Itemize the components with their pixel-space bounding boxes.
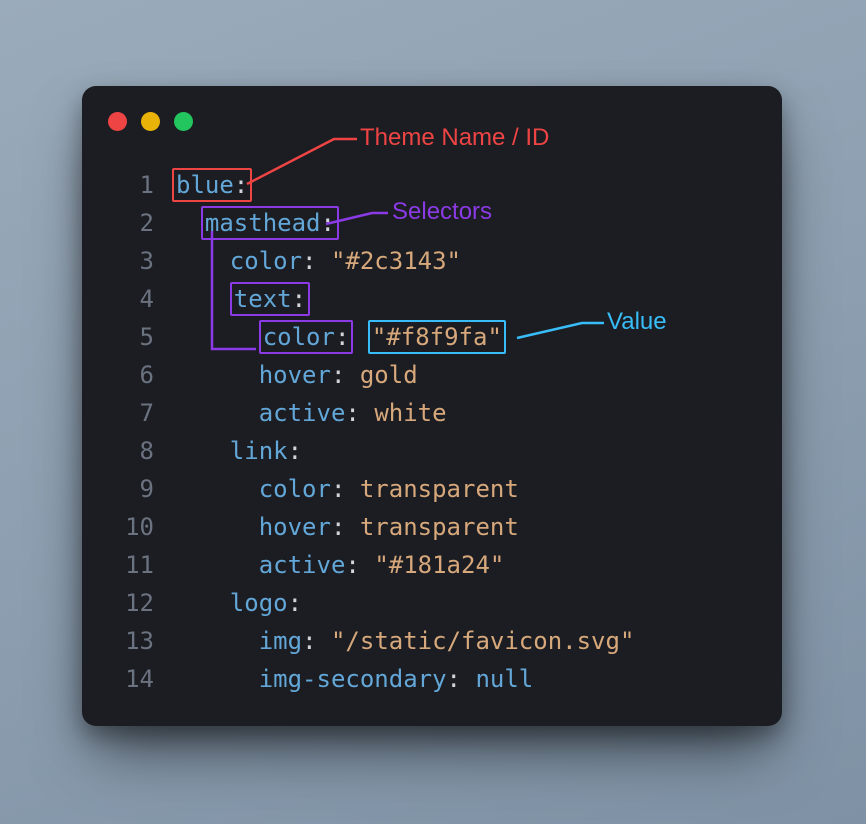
code-line: 14 img-secondary: null [82, 660, 782, 698]
line-number: 4 [82, 280, 172, 318]
code-line: 8 link: [82, 432, 782, 470]
code-line: 12 logo: [82, 584, 782, 622]
line-number: 3 [82, 242, 172, 280]
code-content: blue: [172, 166, 252, 204]
code-content: img: "/static/favicon.svg" [172, 622, 634, 660]
code-line: 7 active: white [82, 394, 782, 432]
code-content: link: [172, 432, 302, 470]
line-number: 12 [82, 584, 172, 622]
code-line: 3 color: "#2c3143" [82, 242, 782, 280]
code-line: 9 color: transparent [82, 470, 782, 508]
code-content: logo: [172, 584, 302, 622]
code-line: 4 text: [82, 280, 782, 318]
code-content: text: [172, 280, 310, 318]
code-editor: 1blue:2 masthead:3 color: "#2c3143"4 tex… [82, 166, 782, 706]
code-content: color: "#2c3143" [172, 242, 461, 280]
line-number: 13 [82, 622, 172, 660]
line-number: 2 [82, 204, 172, 242]
line-number: 14 [82, 660, 172, 698]
code-line: 13 img: "/static/favicon.svg" [82, 622, 782, 660]
line-number: 1 [82, 166, 172, 204]
window-controls [108, 112, 193, 131]
annotation-theme: Theme Name / ID [360, 124, 549, 152]
zoom-icon[interactable] [174, 112, 193, 131]
code-content: img-secondary: null [172, 660, 533, 698]
code-content: active: white [172, 394, 447, 432]
code-line: 6 hover: gold [82, 356, 782, 394]
close-icon[interactable] [108, 112, 127, 131]
code-content: color: transparent [172, 470, 519, 508]
line-number: 10 [82, 508, 172, 546]
code-line: 2 masthead: [82, 204, 782, 242]
line-number: 6 [82, 356, 172, 394]
code-line: 5 color: "#f8f9fa" [82, 318, 782, 356]
minimize-icon[interactable] [141, 112, 160, 131]
line-number: 5 [82, 318, 172, 356]
code-content: color: "#f8f9fa" [172, 318, 506, 356]
code-line: 11 active: "#181a24" [82, 546, 782, 584]
code-window: Theme Name / ID Selectors Value 1blue:2 … [82, 86, 782, 726]
line-number: 7 [82, 394, 172, 432]
code-content: hover: gold [172, 356, 418, 394]
code-content: active: "#181a24" [172, 546, 504, 584]
code-line: 1blue: [82, 166, 782, 204]
code-content: hover: transparent [172, 508, 519, 546]
line-number: 8 [82, 432, 172, 470]
line-number: 9 [82, 470, 172, 508]
line-number: 11 [82, 546, 172, 584]
code-line: 10 hover: transparent [82, 508, 782, 546]
code-content: masthead: [172, 204, 339, 242]
